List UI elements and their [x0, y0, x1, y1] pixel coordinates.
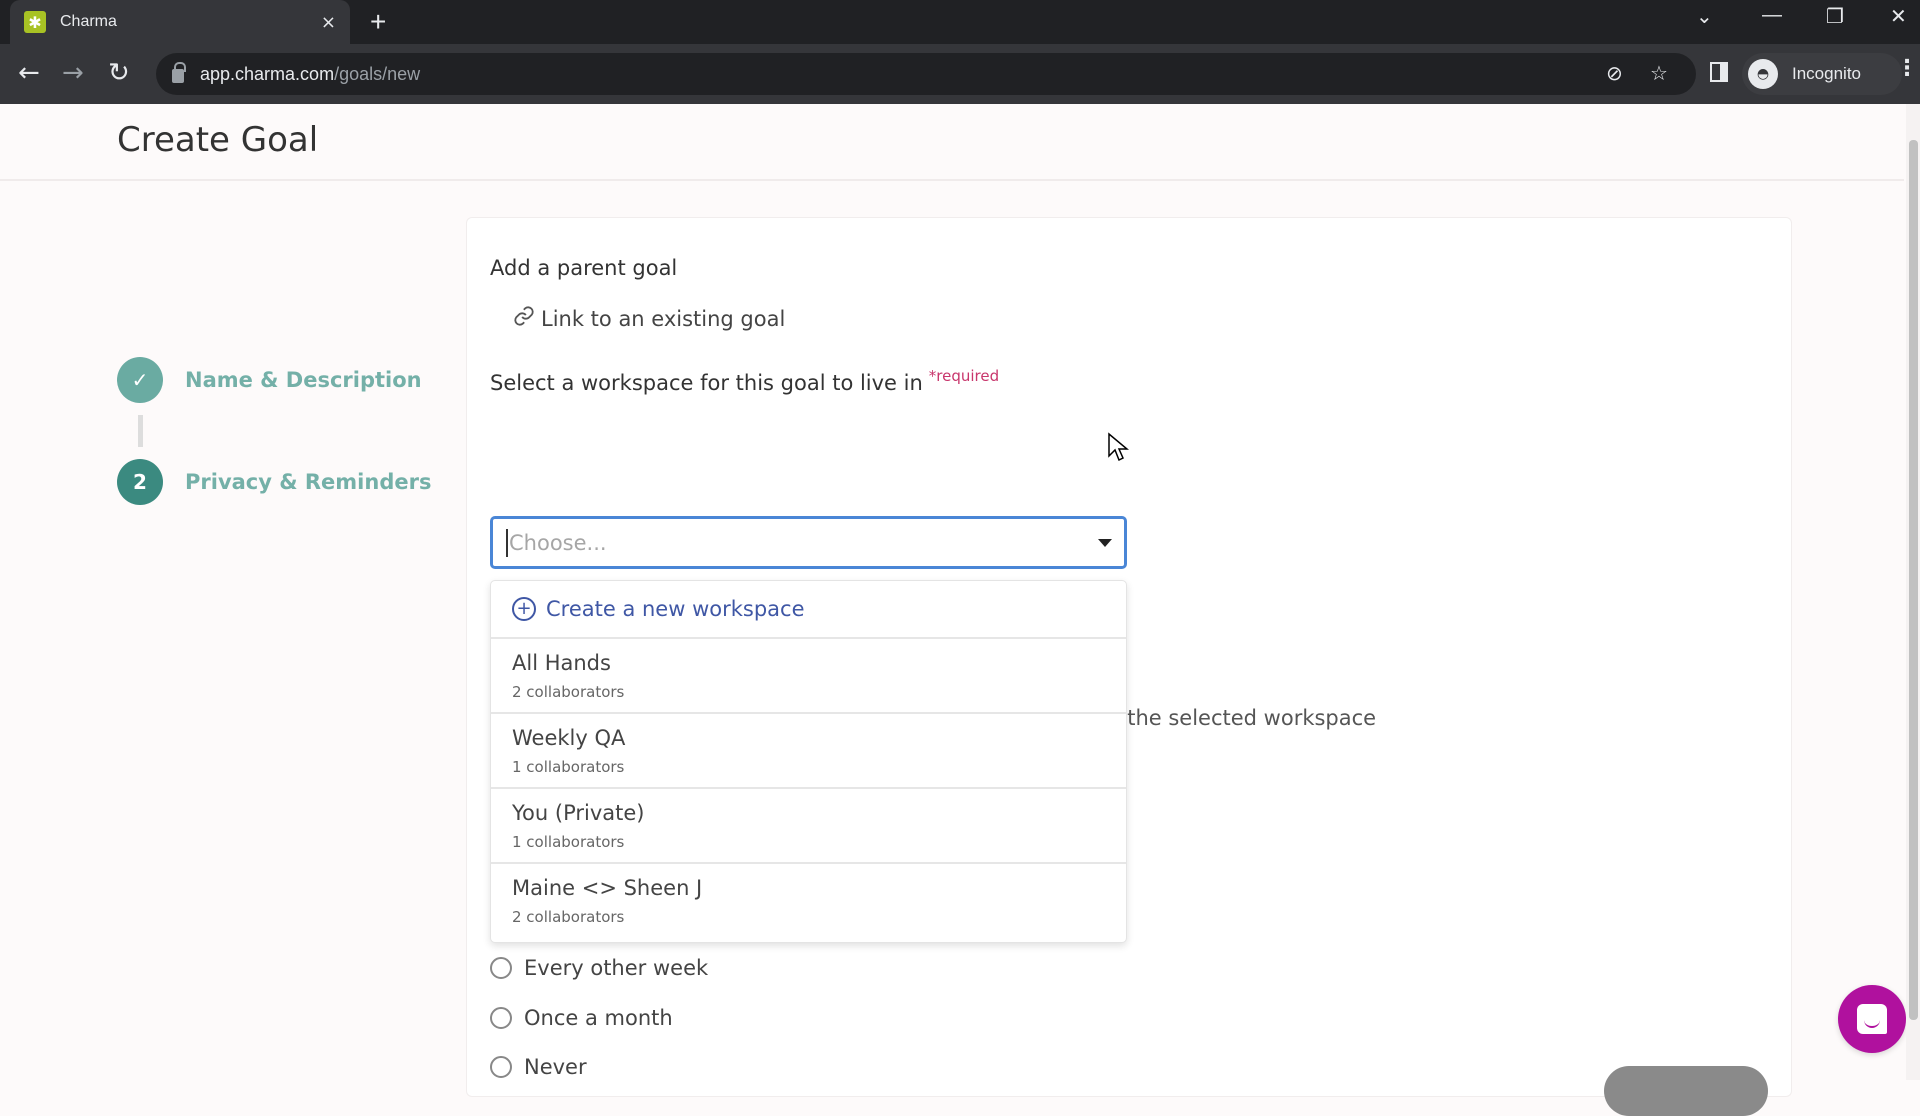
tab-close-icon[interactable]: ×: [321, 12, 336, 33]
check-icon: ✓: [117, 357, 163, 403]
plus-circle-icon: +: [512, 597, 536, 621]
workspace-option-name: All Hands: [512, 651, 611, 675]
support-chat-button[interactable]: [1838, 985, 1906, 1053]
browser-menu-icon[interactable]: ⋮: [1896, 56, 1918, 81]
scrollbar-thumb[interactable]: [1909, 140, 1918, 1020]
page-title: Create Goal: [117, 120, 319, 160]
workspace-select[interactable]: Choose...: [490, 516, 1127, 569]
workspace-option-collaborators: 2 collaborators: [512, 908, 625, 926]
url-host: app.charma.com: [200, 63, 335, 84]
eye-off-icon[interactable]: ⊘: [1606, 61, 1623, 85]
step-connector: [138, 415, 143, 447]
page: Create Goal ✓ Name & Description 2 Priva…: [0, 104, 1906, 1116]
chevron-down-icon[interactable]: [1098, 539, 1112, 547]
step-label: Privacy & Reminders: [185, 470, 432, 494]
page-scrollbar[interactable]: [1906, 104, 1920, 1080]
link-existing-goal-button[interactable]: Link to an existing goal: [513, 305, 785, 332]
step-label: Name & Description: [185, 368, 422, 392]
workspace-label-text: Select a workspace for this goal to live…: [490, 371, 923, 395]
window-close-icon[interactable]: ✕: [1890, 4, 1907, 29]
parent-goal-label: Add a parent goal: [490, 256, 678, 280]
new-tab-button[interactable]: +: [370, 6, 386, 38]
workspace-option[interactable]: Maine <> Sheen J 2 collaborators: [491, 864, 1126, 942]
text-caret: [506, 528, 508, 557]
side-panel-icon[interactable]: [1710, 62, 1728, 82]
workspace-option[interactable]: All Hands 2 collaborators: [491, 639, 1126, 714]
reload-icon[interactable]: ↻: [108, 58, 130, 88]
workspace-option-name: You (Private): [512, 801, 645, 825]
lock-icon: [172, 62, 186, 83]
radio-label: Never: [524, 1055, 587, 1079]
workspace-option[interactable]: You (Private) 1 collaborators: [491, 789, 1126, 864]
create-goal-button[interactable]: [1604, 1066, 1768, 1116]
workspace-option-name: Weekly QA: [512, 726, 626, 750]
browser-tab-bar: ✱ Charma × + ⌄ — ❐ ✕: [0, 0, 1920, 44]
tab-search-icon[interactable]: ⌄: [1696, 4, 1713, 29]
link-existing-label: Link to an existing goal: [541, 306, 786, 331]
browser-tab[interactable]: ✱ Charma ×: [10, 0, 350, 44]
create-workspace-option[interactable]: + Create a new workspace: [491, 581, 1126, 639]
workspace-option-collaborators: 1 collaborators: [512, 758, 625, 776]
radio-button[interactable]: [490, 957, 512, 979]
charma-favicon-icon: ✱: [24, 11, 46, 33]
page-header: Create Goal: [0, 104, 1904, 181]
address-bar[interactable]: app.charma.com/goals/new ⊘ ☆: [156, 53, 1696, 95]
url-path: /goals/new: [334, 63, 421, 84]
tab-title: Charma: [60, 13, 117, 30]
workspace-dropdown: + Create a new workspace All Hands 2 col…: [490, 580, 1127, 943]
restore-icon[interactable]: ❐: [1826, 4, 1844, 29]
step-number: 2: [117, 459, 163, 505]
required-marker: *required: [928, 367, 1000, 385]
mouse-cursor-icon: [1108, 432, 1129, 462]
workspace-select-placeholder: Choose...: [509, 530, 607, 555]
minimize-icon[interactable]: —: [1762, 4, 1782, 27]
link-icon: [513, 305, 535, 332]
workspace-option[interactable]: Weekly QA 1 collaborators: [491, 714, 1126, 789]
radio-label: Every other week: [524, 956, 709, 980]
workspace-option-collaborators: 2 collaborators: [512, 683, 625, 701]
form-card: Add a parent goal Link to an existing go…: [466, 217, 1792, 1097]
incognito-label: Incognito: [1792, 64, 1861, 83]
browser-toolbar: ← → ↻ app.charma.com/goals/new ⊘ ☆ ◓ Inc…: [0, 44, 1920, 104]
workspace-label: Select a workspace for this goal to live…: [490, 367, 999, 395]
reminder-once-a-month[interactable]: Once a month: [490, 1006, 673, 1030]
radio-button[interactable]: [490, 1007, 512, 1029]
create-workspace-label: Create a new workspace: [546, 597, 805, 621]
bookmark-star-icon[interactable]: ☆: [1650, 61, 1668, 85]
chat-icon: [1857, 1004, 1887, 1034]
workspace-option-name: Maine <> Sheen J: [512, 876, 703, 900]
back-icon[interactable]: ←: [18, 58, 40, 88]
incognito-profile-button[interactable]: ◓ Incognito: [1742, 53, 1902, 95]
reminder-never[interactable]: Never: [490, 1055, 587, 1079]
step-privacy-reminders[interactable]: 2 Privacy & Reminders: [117, 459, 431, 505]
radio-label: Once a month: [524, 1006, 673, 1030]
incognito-icon: ◓: [1748, 59, 1778, 89]
radio-button[interactable]: [490, 1056, 512, 1078]
workspace-option-collaborators: 1 collaborators: [512, 833, 625, 851]
forward-icon[interactable]: →: [62, 58, 84, 88]
reminder-every-other-week[interactable]: Every other week: [490, 956, 708, 980]
step-name-description[interactable]: ✓ Name & Description: [117, 357, 422, 403]
